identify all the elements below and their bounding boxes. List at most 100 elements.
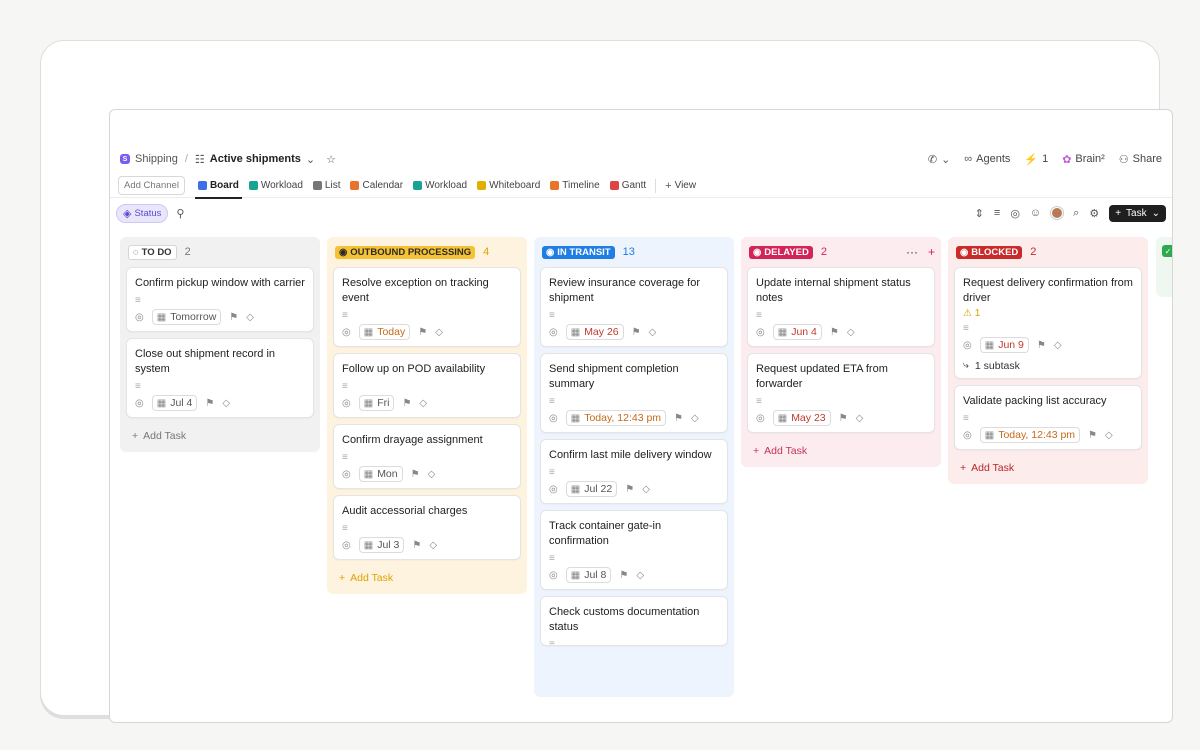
next-column-partial[interactable]: ✓ <box>1156 237 1172 297</box>
task-card[interactable]: Follow up on POD availability ≡ ◎ ▦ Fri ⚑ ◇ <box>333 353 521 418</box>
flag-icon[interactable]: ⚑ <box>632 327 641 338</box>
filter-icon[interactable]: ≡ <box>994 207 1000 219</box>
plus-icon[interactable]: + <box>928 245 935 259</box>
task-title[interactable]: Audit accessorial charges <box>342 504 512 519</box>
tag-icon[interactable]: ◇ <box>435 327 443 338</box>
due-date[interactable]: ▦ Tomorrow <box>151 309 222 325</box>
task-title[interactable]: Confirm drayage assignment <box>342 433 512 448</box>
status-badge[interactable]: ◌ TO DO <box>128 244 177 260</box>
tag-icon[interactable]: ◇ <box>847 327 855 338</box>
assignee-icon[interactable]: ◎ <box>342 398 351 409</box>
assignee-icon[interactable]: ◎ <box>135 312 144 323</box>
task-card[interactable]: Confirm pickup window with carrier ≡ ◎ ▦ Tom… <box>126 267 314 332</box>
task-title[interactable]: Confirm last mile delivery window <box>549 448 719 463</box>
task-title[interactable]: Review insurance coverage for shipment <box>549 276 719 306</box>
task-title[interactable]: Confirm pickup window with carrier <box>135 276 305 291</box>
tab-board[interactable]: Board <box>193 174 244 199</box>
task-title[interactable]: Request updated ETA from forwarder <box>756 362 926 392</box>
search-icon[interactable]: ⌕ <box>1073 207 1079 220</box>
agents-button[interactable]: ∞ Agents <box>964 153 1010 165</box>
task-title[interactable]: Validate packing list accuracy <box>963 394 1133 409</box>
flag-icon[interactable]: ⚑ <box>229 312 238 323</box>
due-date[interactable]: ▦ Fri <box>358 395 395 411</box>
task-card[interactable]: Close out shipment record in system ≡ ◎ ▦ Ju… <box>126 338 314 418</box>
due-date[interactable]: ▦ Today <box>358 324 411 340</box>
flag-icon[interactable]: ⚑ <box>411 469 420 480</box>
due-date[interactable]: ▦ Jun 9 <box>979 337 1029 353</box>
task-card[interactable]: Resolve exception on tracking event ≡ ◎ ▦ To… <box>333 267 521 347</box>
task-title[interactable]: Request delivery confirmation from drive… <box>963 276 1133 306</box>
task-card[interactable]: Confirm drayage assignment ≡ ◎ ▦ Mon ⚑ ◇ <box>333 424 521 489</box>
task-card[interactable]: Audit accessorial charges ≡ ◎ ▦ Jul 3 ⚑ ◇ <box>333 495 521 560</box>
flag-icon[interactable]: ⚑ <box>402 398 411 409</box>
assignee-icon[interactable]: ◎ <box>549 570 558 581</box>
subtasks-icon[interactable]: ⚲ <box>176 207 184 220</box>
brain-button[interactable]: ✿ Brain² <box>1062 153 1105 166</box>
assignee-icon[interactable]: ☺ <box>1030 207 1041 219</box>
add-channel-button[interactable]: Add Channel <box>118 176 185 195</box>
task-title[interactable]: Send shipment completion summary <box>549 362 719 392</box>
tag-icon[interactable]: ◇ <box>419 398 427 409</box>
task-card[interactable]: Track container gate-in confirmation ≡ ◎ ▦ J… <box>540 510 728 590</box>
due-date[interactable]: ▦ Jul 22 <box>565 481 618 497</box>
star-icon[interactable]: ☆ <box>326 153 336 166</box>
add-task-button[interactable]: + Task ⌄ <box>1109 204 1166 222</box>
share-button[interactable]: ⚇ Share <box>1119 153 1162 166</box>
due-date[interactable]: ▦ Jul 4 <box>151 395 198 411</box>
breadcrumb-space[interactable]: Shipping <box>135 153 178 165</box>
tag-icon[interactable]: ◇ <box>636 570 644 581</box>
assignee-icon[interactable]: ◎ <box>963 340 972 351</box>
add-task-button[interactable]: + Add Task <box>126 424 314 446</box>
tag-icon[interactable]: ◇ <box>1105 430 1113 441</box>
task-title[interactable]: Close out shipment record in system <box>135 347 305 377</box>
flag-icon[interactable]: ⚑ <box>205 398 214 409</box>
automations-button[interactable]: ⚡ 1 <box>1024 153 1048 166</box>
assignee-icon[interactable]: ◎ <box>963 430 972 441</box>
flag-icon[interactable]: ⚑ <box>418 327 427 338</box>
assignee-icon[interactable]: ◎ <box>342 469 351 480</box>
assignee-icon[interactable]: ◎ <box>549 484 558 495</box>
flag-icon[interactable]: ⚑ <box>1037 340 1046 351</box>
tab-list[interactable]: List <box>308 174 346 198</box>
flag-icon[interactable]: ⚑ <box>412 540 421 551</box>
tag-icon[interactable]: ◇ <box>428 469 436 480</box>
add-task-button[interactable]: + Add Task <box>333 566 521 588</box>
flag-icon[interactable]: ⚑ <box>619 570 628 581</box>
breadcrumb-list[interactable]: Active shipments <box>210 153 301 165</box>
tag-icon[interactable]: ◇ <box>856 413 864 424</box>
status-badge[interactable]: ◉ OUTBOUND PROCESSING <box>335 245 476 259</box>
task-card[interactable]: Validate packing list accuracy ≡ ◎ ▦ Today, … <box>954 385 1142 450</box>
tag-icon[interactable]: ◇ <box>429 540 437 551</box>
tag-icon[interactable]: ◇ <box>246 312 254 323</box>
assignee-icon[interactable]: ◎ <box>342 327 351 338</box>
task-title[interactable]: Check customs documentation status <box>549 605 719 635</box>
tag-icon[interactable]: ◇ <box>222 398 230 409</box>
assignee-icon[interactable]: ◎ <box>756 413 765 424</box>
due-date[interactable]: ▦ Today, 12:43 pm <box>979 427 1081 443</box>
assignee-icon[interactable]: ◎ <box>135 398 144 409</box>
status-badge[interactable]: ◉ DELAYED <box>749 245 813 259</box>
gear-icon[interactable]: ⚙ <box>1089 207 1099 220</box>
assignee-icon[interactable]: ◎ <box>342 540 351 551</box>
task-title[interactable]: Update internal shipment status notes <box>756 276 926 306</box>
more-icon[interactable]: ··· <box>906 245 918 259</box>
tag-icon[interactable]: ◇ <box>691 413 699 424</box>
tag-icon[interactable]: ◇ <box>1054 340 1062 351</box>
avatar[interactable] <box>1051 207 1064 219</box>
group-by-status-button[interactable]: ◈ Status <box>116 203 169 223</box>
flag-icon[interactable]: ⚑ <box>830 327 839 338</box>
task-card[interactable]: Request updated ETA from forwarder ≡ ◎ ▦ May… <box>747 353 935 433</box>
assignee-icon[interactable]: ◎ <box>549 413 558 424</box>
due-date[interactable]: ▦ Jul 8 <box>565 567 612 583</box>
task-card[interactable]: Confirm last mile delivery window ≡ ◎ ▦ Jul … <box>540 439 728 504</box>
task-title[interactable]: Resolve exception on tracking event <box>342 276 512 306</box>
chevron-down-icon[interactable]: ⌄ <box>306 153 315 166</box>
tag-icon[interactable]: ◇ <box>649 327 657 338</box>
due-date[interactable]: ▦ Today, 12:43 pm <box>565 410 667 426</box>
warning-badge[interactable]: ⚠ 1 <box>963 308 1133 319</box>
check-circle-icon[interactable]: ◎ <box>1010 207 1020 220</box>
assignee-icon[interactable]: ◎ <box>549 327 558 338</box>
tab-timeline[interactable]: Timeline <box>545 174 604 198</box>
due-date[interactable]: ▦ Mon <box>358 466 403 482</box>
flag-icon[interactable]: ⚑ <box>839 413 848 424</box>
